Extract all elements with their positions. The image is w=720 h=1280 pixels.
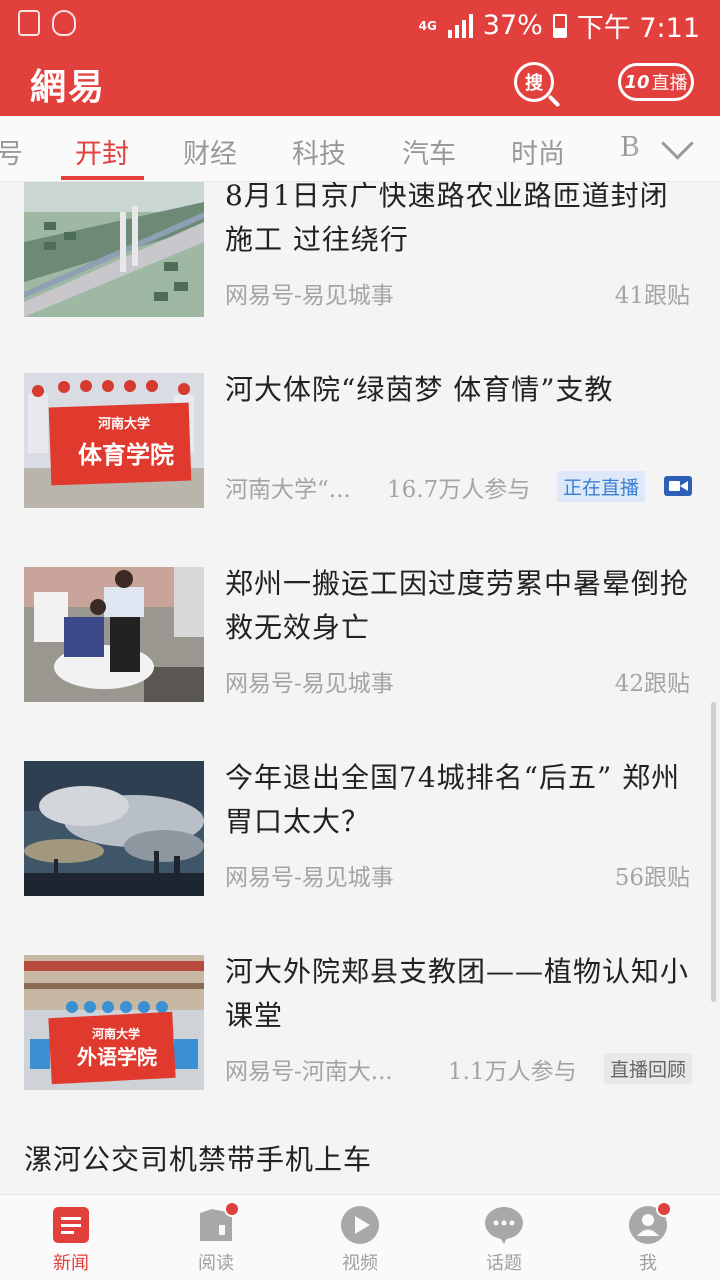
news-thumbnail (24, 567, 204, 702)
nav-reading[interactable]: 阅读 (166, 1201, 266, 1279)
news-source: 网易号-河南大... (225, 1059, 393, 1085)
unread-dot (224, 1201, 240, 1217)
nav-topic[interactable]: 话题 (454, 1203, 554, 1279)
live-label: 直播 (651, 73, 688, 94)
news-title: 8月1日京广快速路农业路匝道封闭施工 过往绕行 (225, 182, 669, 256)
nav-label: 话题 (486, 1253, 522, 1274)
channel-tabs: 号 开封 财经 科技 汽车 时尚 B (0, 116, 720, 182)
search-button[interactable]: 搜 (514, 62, 554, 102)
video-play-icon (340, 1205, 380, 1245)
nav-label: 我 (639, 1253, 657, 1274)
news-icon (51, 1205, 91, 1245)
news-thumbnail (24, 761, 204, 896)
news-title: 今年退出全国74城排名“后五” 郑州胃口太大？ (225, 761, 681, 838)
news-source: 河南大学“... (225, 477, 351, 503)
news-item[interactable]: 郑州一搬运工因过度劳累中暑晕倒抢救无效身亡 网易号-易见城事 42跟贴 (0, 562, 720, 756)
active-tab-indicator (61, 176, 144, 180)
netease-logo: 網易 (30, 67, 107, 108)
comment-count: 56跟贴 (614, 865, 690, 891)
news-thumbnail: 河南大学 外语学院 (24, 955, 204, 1090)
news-thumbnail (24, 182, 204, 317)
news-title: 河大体院“绿茵梦 体育情”支教 (225, 373, 614, 406)
nav-me[interactable]: 我 (598, 1201, 698, 1279)
clock: 下午 7:11 (576, 13, 700, 44)
news-item[interactable]: 河南大学 外语学院 河大外院郏县支教团——植物认知小课堂 网易号-河南大... … (0, 950, 720, 1144)
notification-dot (656, 1201, 672, 1217)
news-item[interactable]: 今年退出全国74城排名“后五” 郑州胃口太大？ 网易号-易见城事 56跟贴 (0, 756, 720, 950)
search-icon: 搜 (525, 73, 543, 94)
live-button[interactable]: 10 直播 (618, 63, 694, 101)
bottom-nav: 新闻 阅读 视频 话题 我 (0, 1194, 720, 1280)
battery-icon (552, 13, 567, 38)
tab-hao[interactable]: 号 (0, 132, 23, 171)
banner-text-top: 河南大学 (91, 1027, 140, 1041)
nav-label: 新闻 (53, 1253, 89, 1274)
tab-auto[interactable]: 汽车 (402, 132, 456, 171)
tab-finance[interactable]: 财经 (183, 132, 237, 171)
news-item[interactable]: 漯河公交司机禁带手机上车 (0, 1138, 720, 1194)
nav-news[interactable]: 新闻 (21, 1203, 121, 1279)
news-item[interactable]: 河南大学 体育学院 河大体院“绿茵梦 体育情”支教 河南大学“... 16.7万… (0, 368, 720, 562)
tab-fashion[interactable]: 时尚 (511, 132, 565, 171)
banner-text-main: 外语学院 (77, 1045, 157, 1069)
topic-chat-icon (484, 1205, 524, 1245)
notification-icon (18, 10, 40, 36)
tab-kaifeng[interactable]: 开封 (75, 132, 129, 171)
participant-count: 16.7万人参与 (387, 477, 531, 503)
tab-tech[interactable]: 科技 (292, 132, 346, 171)
news-title: 郑州一搬运工因过度劳累中暑晕倒抢救无效身亡 (225, 567, 690, 644)
nav-video[interactable]: 视频 (310, 1203, 410, 1279)
app-header: 網易 搜 10 直播 (0, 48, 720, 116)
banner-text-top: 河南大学 (97, 417, 150, 432)
signal-icon (447, 13, 473, 38)
nav-label: 阅读 (198, 1253, 234, 1274)
video-camera-icon (664, 476, 692, 496)
network-type: 4G (418, 18, 437, 33)
news-feed[interactable]: 8月1日京广快速路农业路匝道封闭施工 过往绕行 网易号-易见城事 41跟贴 河南… (0, 182, 720, 1194)
scrollbar[interactable] (711, 702, 716, 1002)
news-source: 网易号-易见城事 (225, 865, 394, 891)
news-source: 网易号-易见城事 (225, 283, 394, 309)
news-source: 网易号-易见城事 (225, 671, 394, 697)
news-title: 河大外院郏县支教团——植物认知小课堂 (225, 955, 690, 1032)
news-title: 漯河公交司机禁带手机上车 (24, 1143, 373, 1176)
participant-count: 1.1万人参与 (448, 1059, 577, 1085)
live-now-badge: 正在直播 (557, 471, 646, 502)
comment-count: 41跟贴 (614, 283, 690, 309)
status-bar: 4G 37% 下午 7:11 (0, 0, 720, 48)
news-item[interactable]: 8月1日京广快速路农业路匝道封闭施工 过往绕行 网易号-易见城事 41跟贴 (0, 182, 720, 368)
chevron-down-icon[interactable] (658, 128, 694, 164)
comment-count: 42跟贴 (614, 671, 690, 697)
nav-label: 视频 (342, 1253, 378, 1274)
banner-text-main: 体育学院 (78, 440, 174, 469)
battery-percent: 37% (482, 10, 543, 41)
notification-bell-icon (52, 10, 76, 36)
live-count: 10 (624, 71, 650, 93)
live-replay-badge: 直播回顾 (604, 1053, 693, 1084)
news-thumbnail: 河南大学 体育学院 (24, 373, 204, 508)
